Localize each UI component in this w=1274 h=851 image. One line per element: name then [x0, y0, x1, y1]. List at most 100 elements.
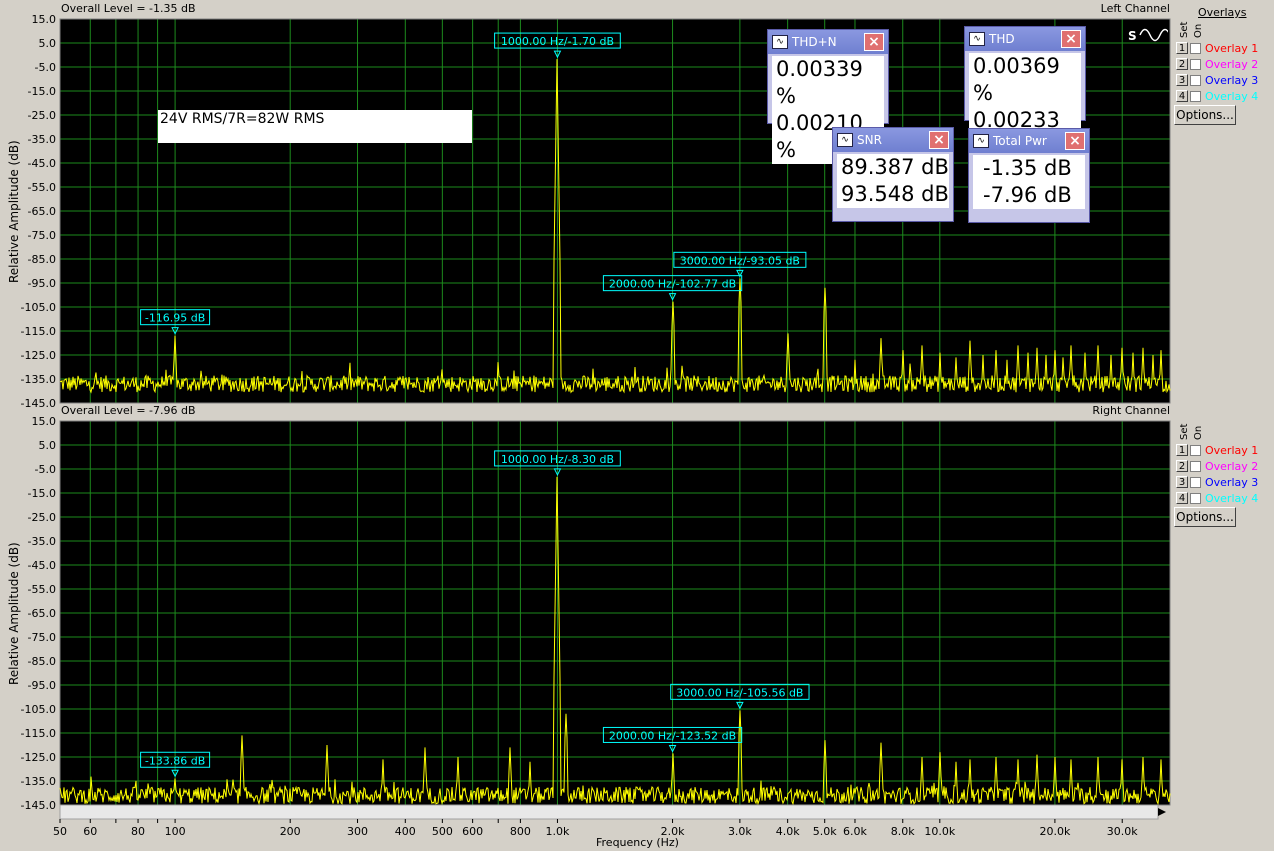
overlay-set-button-2[interactable]: 2	[1176, 58, 1188, 70]
svg-text:S: S	[1128, 29, 1137, 43]
y-tick-label: -45.0	[28, 157, 56, 170]
marker-label: 3000.00 Hz/-93.05 dB	[680, 254, 800, 267]
x-tick-label: 30.0k	[1107, 825, 1138, 838]
overlay-set-button-2[interactable]: 2	[1176, 460, 1188, 472]
overlay-row-3-top[interactable]: 3 Overlay 3	[1176, 73, 1258, 87]
y-tick-label: -75.0	[28, 631, 56, 644]
x-tick-label: 600	[462, 825, 483, 838]
overlay-set-button-1[interactable]: 1	[1176, 42, 1188, 54]
overlay-row-3-bottom[interactable]: 3 Overlay 3	[1176, 475, 1258, 489]
y-tick-label: -25.0	[28, 511, 56, 524]
meter-icon: ∿	[772, 35, 788, 49]
on-label-top: On	[1193, 23, 1204, 38]
x-tick-label: 200	[280, 825, 301, 838]
overlay-label-4: Overlay 4	[1205, 491, 1259, 505]
meter-icon: ∿	[973, 134, 989, 148]
close-icon[interactable]: ×	[1065, 132, 1085, 150]
overlay-row-2-top[interactable]: 2 Overlay 2	[1176, 57, 1258, 71]
overlay-checkbox-4[interactable]	[1190, 492, 1201, 504]
meter-titlebar[interactable]: ∿ Total Pwr ×	[969, 129, 1089, 153]
thd-meter[interactable]: ∿ THD × 0.00369 % 0.00233 %	[964, 26, 1086, 161]
overlay-checkbox-1[interactable]	[1190, 444, 1201, 456]
meter-icon: ∿	[969, 32, 985, 46]
marker-label: 3000.00 Hz/-105.56 dB	[676, 686, 803, 699]
annotation-box: 24V RMS/7R=82W RMS	[158, 110, 472, 143]
y-tick-label: -35.0	[28, 535, 56, 548]
generator-sine-icon[interactable]: S	[1126, 24, 1168, 46]
x-tick-label: 1.0k	[546, 825, 570, 838]
overlay-label-3: Overlay 3	[1205, 73, 1259, 87]
x-tick-label: 10.0k	[924, 825, 955, 838]
meter-titlebar[interactable]: ∿ THD ×	[965, 27, 1085, 51]
close-icon[interactable]: ×	[864, 33, 884, 51]
overlay-checkbox-4[interactable]	[1190, 90, 1201, 102]
y-tick-label: -115.0	[21, 727, 56, 740]
y-axis-label-left: Relative Amplitude (dB)	[7, 140, 21, 283]
y-tick-label: -65.0	[28, 205, 56, 218]
overlay-checkbox-3[interactable]	[1190, 476, 1201, 488]
total-pwr-meter[interactable]: ∿ Total Pwr × -1.35 dB -7.96 dB	[968, 128, 1090, 223]
overlay-row-4-top[interactable]: 4 Overlay 4	[1176, 89, 1258, 103]
y-axis-label-right: Relative Amplitude (dB)	[7, 542, 21, 685]
overlay-set-button-1[interactable]: 1	[1176, 444, 1188, 456]
meter-value-left: 0.00339 %	[776, 57, 863, 108]
overlay-checkbox-3[interactable]	[1190, 74, 1201, 86]
y-tick-label: -105.0	[21, 301, 56, 314]
x-tick-label: 400	[395, 825, 416, 838]
overlay-label-1: Overlay 1	[1205, 443, 1259, 457]
overlay-checkbox-1[interactable]	[1190, 42, 1201, 54]
x-tick-label: 300	[347, 825, 368, 838]
set-label-bottom: Set	[1179, 423, 1190, 440]
overlay-label-4: Overlay 4	[1205, 89, 1259, 103]
y-tick-label: -85.0	[28, 655, 56, 668]
meter-title: SNR	[857, 133, 882, 147]
overlay-checkbox-2[interactable]	[1190, 460, 1201, 472]
marker-label: -116.95 dB	[145, 312, 205, 325]
meter-value-left: 89.387 dB	[841, 155, 949, 179]
y-tick-label: 5.0	[39, 439, 57, 452]
meter-icon: ∿	[837, 133, 853, 147]
y-tick-label: -105.0	[21, 703, 56, 716]
snr-meter[interactable]: ∿ SNR × 89.387 dB 93.548 dB	[832, 127, 954, 222]
overlays-title: Overlays	[1198, 6, 1247, 19]
meter-title: Total Pwr	[993, 134, 1047, 148]
overlay-row-1-top[interactable]: 1 Overlay 1	[1176, 41, 1258, 55]
meter-titlebar[interactable]: ∿ SNR ×	[833, 128, 953, 152]
channel-label-right: Right Channel	[1092, 404, 1170, 417]
options-button-top[interactable]: Options...	[1174, 105, 1236, 125]
x-axis-label: Frequency (Hz)	[596, 836, 679, 849]
y-tick-label: -15.0	[28, 85, 56, 98]
meter-titlebar[interactable]: ∿ THD+N ×	[768, 30, 888, 54]
y-tick-label: -135.0	[21, 775, 56, 788]
marker-label: 2000.00 Hz/-123.52 dB	[609, 729, 736, 742]
y-tick-label: -145.0	[21, 397, 56, 410]
meter-value-left: 0.00369 %	[973, 54, 1060, 105]
overlay-set-button-3[interactable]: 3	[1176, 476, 1188, 488]
overlay-row-2-bottom[interactable]: 2 Overlay 2	[1176, 459, 1258, 473]
overlay-row-4-bottom[interactable]: 4 Overlay 4	[1176, 491, 1258, 505]
close-icon[interactable]: ×	[1061, 30, 1081, 48]
thdn-meter[interactable]: ∿ THD+N × 0.00339 % 0.00210 %	[767, 29, 889, 164]
y-tick-label: 15.0	[32, 415, 57, 428]
y-tick-label: -65.0	[28, 607, 56, 620]
overlay-set-button-4[interactable]: 4	[1176, 90, 1188, 102]
y-tick-label: -125.0	[21, 751, 56, 764]
y-tick-label: -55.0	[28, 181, 56, 194]
x-tick-label: 4.0k	[776, 825, 800, 838]
overlay-set-button-3[interactable]: 3	[1176, 74, 1188, 86]
y-tick-label: -145.0	[21, 799, 56, 812]
overlay-checkbox-2[interactable]	[1190, 58, 1201, 70]
x-tick-label: 50	[53, 825, 67, 838]
y-tick-label: -95.0	[28, 679, 56, 692]
overlay-set-button-4[interactable]: 4	[1176, 492, 1188, 504]
overlay-row-1-bottom[interactable]: 1 Overlay 1	[1176, 443, 1258, 457]
meter-readout: 89.387 dB 93.548 dB	[837, 154, 949, 208]
marker-label: 2000.00 Hz/-102.77 dB	[609, 278, 736, 291]
y-tick-label: -115.0	[21, 325, 56, 338]
channel-label-left: Left Channel	[1100, 2, 1170, 15]
options-button-bottom[interactable]: Options...	[1174, 507, 1236, 527]
y-tick-label: -25.0	[28, 109, 56, 122]
y-tick-label: -85.0	[28, 253, 56, 266]
close-icon[interactable]: ×	[929, 131, 949, 149]
marker-label: 1000.00 Hz/-8.30 dB	[501, 453, 614, 466]
